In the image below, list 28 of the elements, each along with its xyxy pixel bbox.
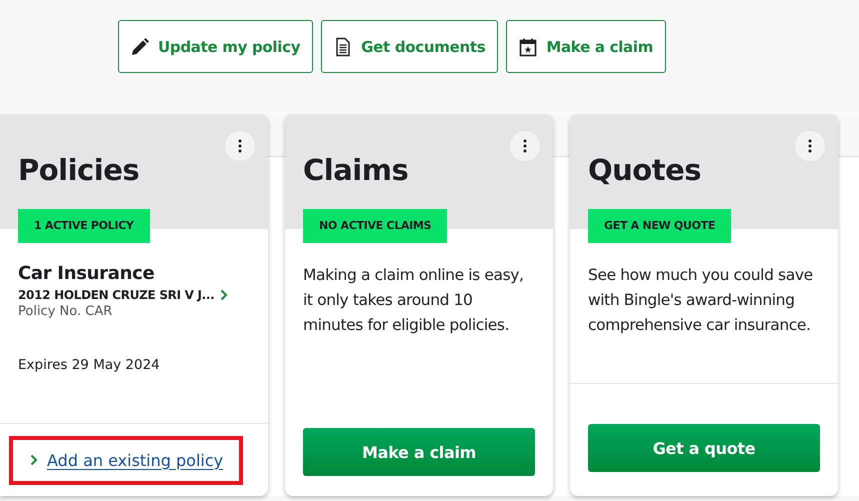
calendar-icon	[518, 36, 538, 56]
card-title: Claims	[303, 152, 408, 188]
chevron-icon	[30, 454, 38, 466]
action-button[interactable]: Get documents	[321, 20, 498, 73]
primary-button[interactable]: Make a claim	[303, 428, 535, 476]
card-title: Quotes	[588, 152, 702, 188]
more-options-button[interactable]	[225, 131, 255, 161]
add-policy-link[interactable]: Add an existing policy	[9, 436, 244, 484]
card-title: Policies	[18, 152, 140, 188]
more-options-icon	[238, 139, 242, 153]
status-badge: NO ACTIVE CLAIMS	[303, 209, 448, 243]
policy-number: Policy No. CAR	[18, 304, 114, 319]
card-description: Making a claim online is easy, it only takes around 10 minutes for eligible policies.	[303, 265, 525, 336]
more-options-button[interactable]	[795, 131, 825, 161]
card-description: See how much you could save with Bingle's award-winning comprehensive car insurance.	[588, 265, 813, 336]
more-options-button[interactable]	[510, 131, 540, 161]
vehicle-link[interactable]: 2012 HOLDEN CRUZE SRI V J...	[18, 288, 250, 302]
status-badge: 1 ACTIVE POLICY	[18, 209, 150, 243]
pencil-icon	[130, 36, 150, 56]
more-options-icon	[808, 139, 812, 153]
status-badge: GET A NEW QUOTE	[588, 209, 732, 243]
chevron-icon	[220, 289, 228, 301]
primary-button[interactable]: Get a quote	[588, 424, 820, 472]
action-button[interactable]: Update my policy	[118, 20, 314, 73]
action-button[interactable]: Make a claim	[506, 20, 666, 73]
more-options-icon	[523, 139, 527, 153]
policy-name: Car Insurance	[18, 263, 156, 284]
expiry-date: Expires 29 May 2024	[18, 357, 161, 373]
